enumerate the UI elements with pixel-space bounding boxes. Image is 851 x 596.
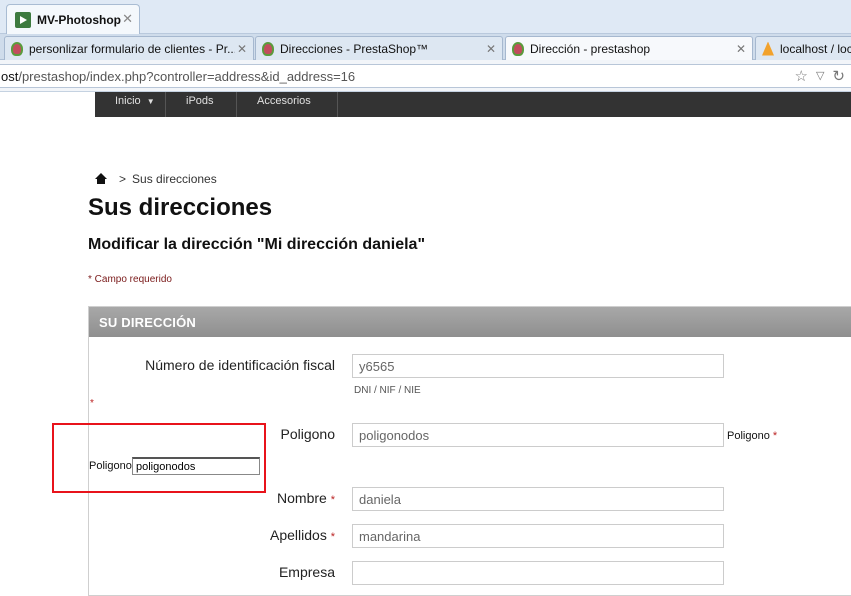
menu-item-label: Accesorios bbox=[257, 95, 311, 107]
poligono-side-text: Poligono bbox=[727, 430, 770, 442]
tab-title: Dirección - prestashop bbox=[530, 42, 651, 56]
app-tab-title: MV-Photoshop bbox=[37, 12, 121, 27]
address-bar-row: ost/prestashop/index.php?controller=addr… bbox=[0, 60, 851, 92]
url-host: ost bbox=[1, 69, 19, 84]
menu-item-accesorios[interactable]: Accesorios bbox=[257, 92, 311, 117]
breadcrumb-separator: > bbox=[119, 172, 127, 186]
close-icon[interactable]: ✕ bbox=[235, 42, 249, 56]
browser-tab-row: personlizar formulario de clientes - Pr.… bbox=[0, 34, 851, 61]
nombre-field[interactable] bbox=[352, 487, 724, 511]
required-star: * bbox=[330, 531, 335, 543]
required-star: * bbox=[330, 494, 335, 506]
top-menu: Inicio ▼ iPods Accesorios bbox=[95, 92, 851, 117]
window-title-bar: MV-Photoshop ✕ bbox=[0, 0, 851, 34]
chevron-down-icon: ▼ bbox=[146, 97, 155, 106]
prestashop-favicon-icon bbox=[11, 41, 23, 56]
app-icon bbox=[15, 11, 31, 28]
browser-tab[interactable]: localhost / loc bbox=[755, 36, 851, 60]
phpmyadmin-favicon-icon bbox=[762, 41, 774, 56]
poligono-side-label: Poligono * bbox=[727, 430, 777, 442]
field-label-text: Apellidos bbox=[270, 527, 327, 543]
field-label-apellidos: Apellidos * bbox=[230, 527, 335, 543]
menu-divider bbox=[337, 92, 338, 117]
panel-title: SU DIRECCIÓN bbox=[89, 307, 851, 337]
empresa-field[interactable] bbox=[352, 561, 724, 585]
reload-icon[interactable]: ↻ bbox=[832, 67, 845, 85]
menu-item-label: iPods bbox=[186, 95, 214, 107]
page-title: Sus direcciones bbox=[88, 194, 273, 221]
url-path: /prestashop/index.php?controller=address… bbox=[18, 69, 356, 84]
tab-title: localhost / loc bbox=[780, 41, 851, 56]
stray-required-star: * bbox=[90, 398, 94, 409]
field-label-text: Nombre bbox=[277, 490, 327, 506]
dni-field[interactable] bbox=[352, 354, 724, 378]
tab-title: personlizar formulario de clientes - Pr.… bbox=[29, 41, 235, 56]
duplicate-poligono-field[interactable] bbox=[132, 457, 260, 475]
prestashop-favicon-icon bbox=[262, 41, 274, 56]
required-star: * bbox=[772, 430, 778, 442]
address-bar[interactable]: ost/prestashop/index.php?controller=addr… bbox=[0, 64, 851, 88]
page-subtitle: Modificar la dirección "Mi dirección dan… bbox=[88, 236, 426, 253]
prestashop-favicon-icon bbox=[512, 42, 524, 56]
home-icon[interactable] bbox=[95, 173, 107, 185]
browser-tab[interactable]: Direcciones - PrestaShop™ ✕ bbox=[255, 36, 503, 60]
address-bar-icons: ☆ ▽ ↻ bbox=[795, 67, 846, 85]
menu-item-ipods[interactable]: iPods bbox=[186, 92, 214, 117]
field-label-nombre: Nombre * bbox=[230, 490, 335, 506]
browser-tab[interactable]: personlizar formulario de clientes - Pr.… bbox=[4, 36, 254, 60]
menu-divider bbox=[165, 92, 166, 117]
browser-tab-active[interactable]: Dirección - prestashop ✕ bbox=[505, 36, 753, 61]
dni-hint: DNI / NIF / NIE bbox=[354, 385, 421, 396]
dropdown-icon[interactable]: ▽ bbox=[816, 67, 824, 85]
required-note: * Campo requerido bbox=[88, 274, 172, 285]
close-icon[interactable]: ✕ bbox=[484, 42, 498, 56]
menu-item-inicio[interactable]: Inicio ▼ bbox=[115, 92, 155, 117]
menu-divider bbox=[236, 92, 237, 117]
breadcrumb: > Sus direcciones bbox=[95, 172, 217, 186]
menu-item-label: Inicio bbox=[115, 95, 141, 107]
field-label-dni: Número de identificación fiscal bbox=[145, 357, 335, 373]
field-label-empresa: Empresa bbox=[278, 564, 335, 580]
close-icon[interactable]: ✕ bbox=[122, 11, 133, 27]
duplicate-poligono-label: Poligono bbox=[89, 460, 132, 472]
poligono-field[interactable] bbox=[352, 423, 724, 447]
close-icon[interactable]: ✕ bbox=[734, 42, 748, 56]
tab-title: Direcciones - PrestaShop™ bbox=[280, 41, 429, 56]
star-icon[interactable]: ☆ bbox=[795, 67, 808, 85]
apellidos-field[interactable] bbox=[352, 524, 724, 548]
app-tab[interactable]: MV-Photoshop ✕ bbox=[6, 4, 140, 34]
breadcrumb-current: Sus direcciones bbox=[132, 172, 217, 186]
